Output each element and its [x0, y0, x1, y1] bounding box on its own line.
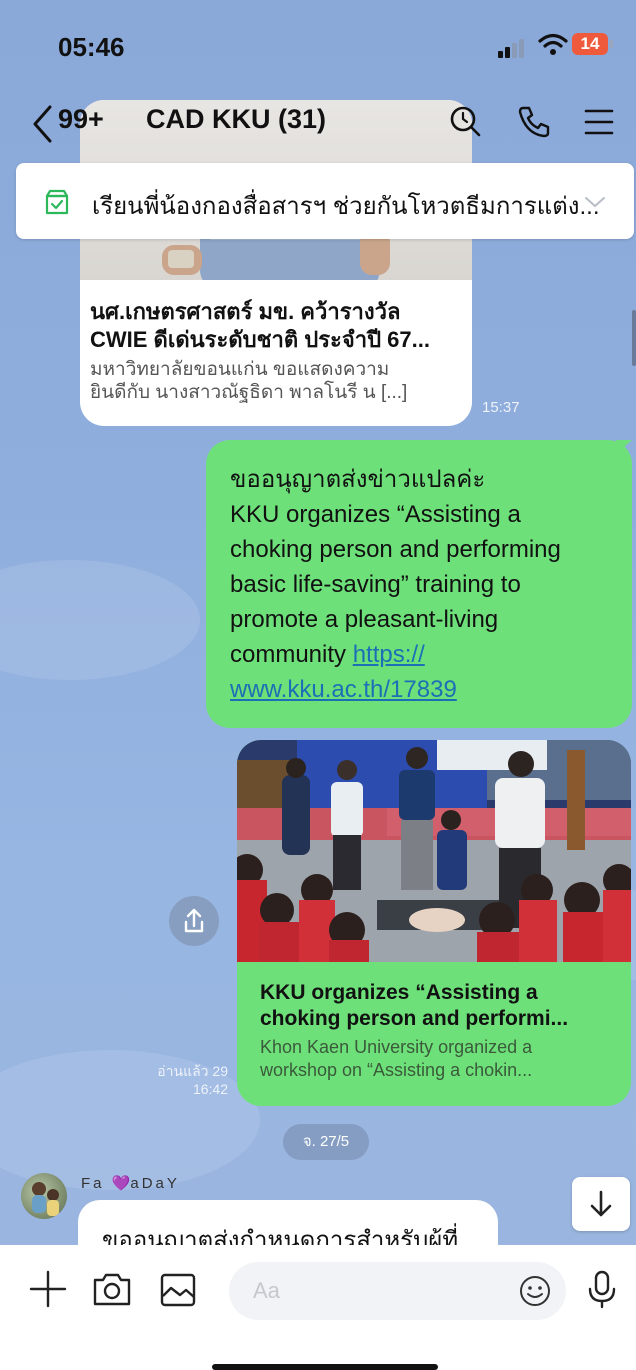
share-button[interactable] [169, 896, 219, 946]
hamburger-menu-icon [584, 109, 614, 135]
camera-icon [93, 1273, 131, 1306]
chat-title[interactable]: CAD KKU (31) [146, 104, 326, 135]
chevron-left-icon [33, 105, 52, 143]
background-cloud [0, 560, 200, 680]
camera-button[interactable] [90, 1267, 134, 1311]
message-input-bar: Aa [0, 1245, 636, 1370]
chat-header: 99+ CAD KKU (31) [0, 90, 636, 160]
phone-icon [518, 106, 550, 138]
wifi-icon [538, 33, 568, 55]
received-message[interactable]: ขออนุญาตส่งกำหนดการสำหรับผู้ที่ [78, 1200, 498, 1245]
menu-button[interactable] [582, 102, 622, 142]
call-button[interactable] [514, 102, 554, 142]
date-divider: จ. 27/5 [283, 1124, 369, 1160]
message-link[interactable]: www.kku.ac.th/17839 [230, 676, 457, 703]
signal-icon [498, 39, 524, 58]
sent-message[interactable]: ขออนุญาตส่งข่าวแปลค่ะ KKU organizes “Ass… [206, 440, 632, 728]
announcement-banner[interactable]: เรียนพี่น้องกองสื่อสารฯ ช่วยกันโหวตธีมกา… [16, 163, 634, 239]
message-link[interactable]: https:// [353, 641, 425, 668]
battery-indicator: 14 [572, 33, 608, 55]
link-card-description: Khon Kaen University organized a worksho… [260, 1037, 533, 1080]
search-button[interactable] [446, 102, 486, 142]
link-card-description: มหาวิทยาลัยขอนแก่น ขอแสดงความ ยินดีกับ น… [90, 359, 408, 403]
chevron-down-icon[interactable] [583, 194, 607, 210]
sender-name: Fa 💜aDaY [81, 1175, 180, 1192]
avatar[interactable] [21, 1173, 67, 1219]
announcement-icon [45, 189, 69, 215]
gallery-button[interactable] [156, 1267, 200, 1311]
scroll-indicator[interactable] [632, 310, 636, 366]
microphone-icon [588, 1270, 616, 1309]
link-card-photo [237, 740, 631, 962]
search-icon [450, 106, 481, 137]
link-card-title: KKU organizes “Assisting a choking perso… [260, 981, 569, 1030]
status-bar: 05:46 14 [0, 0, 636, 90]
link-card-title: นศ.เกษตรศาสตร์ มข. คว้ารางวัล CWIE ดีเด่… [90, 299, 430, 352]
battery-tip [610, 40, 613, 48]
message-text: ขออนุญาตส่งกำหนดการสำหรับผู้ที่ [102, 1227, 459, 1245]
plus-icon [29, 1270, 67, 1308]
voice-button[interactable] [580, 1267, 624, 1311]
status-time: 05:46 [58, 32, 125, 62]
home-indicator[interactable] [212, 1364, 438, 1370]
message-input[interactable]: Aa [229, 1262, 566, 1320]
message-time: 15:37 [482, 399, 520, 416]
unread-count[interactable]: 99+ [58, 104, 104, 135]
arrow-down-icon [590, 1190, 612, 1217]
add-button[interactable] [26, 1267, 70, 1311]
message-text: ขออนุญาตส่งข่าวแปลค่ะ KKU organizes “Ass… [230, 466, 561, 703]
emoji-icon[interactable] [517, 1273, 553, 1309]
bubble-tail [616, 440, 632, 454]
read-receipt: อ่านแล้ว 29 16:42 [157, 1063, 228, 1097]
image-icon [160, 1273, 196, 1307]
input-placeholder: Aa [253, 1278, 280, 1303]
chat-screen: นศ.เกษตรศาสตร์ มข. คว้ารางวัล CWIE ดีเด่… [0, 0, 636, 1245]
announcement-text: เรียนพี่น้องกองสื่อสารฯ ช่วยกันโหวตธีมกา… [92, 193, 600, 220]
link-card-kku-training[interactable]: KKU organizes “Assisting a choking perso… [237, 740, 631, 1106]
share-icon [184, 908, 204, 933]
scroll-to-bottom-button[interactable] [572, 1177, 630, 1231]
